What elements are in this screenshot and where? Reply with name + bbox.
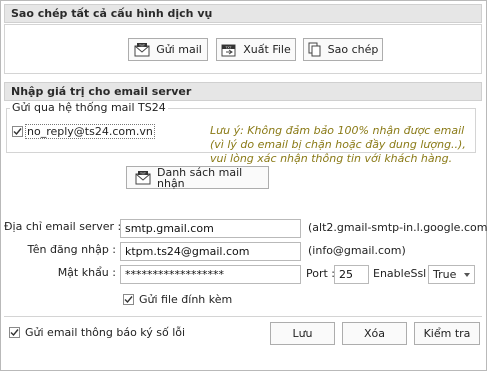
recipients-list-button[interactable]: TXT Danh sách mail nhận	[126, 166, 269, 189]
system-account-label: no_reply@ts24.com.vn	[25, 124, 155, 139]
username-label: Tên đăng nhập :	[27, 243, 116, 256]
warning-note: Lưu ý: Không đảm bảo 100% nhận được emai…	[210, 124, 466, 166]
warning-note-line-3: vui lòng xác nhận thông tin với khách hà…	[210, 152, 453, 165]
server-address-hint: (alt2.gmail-smtp-in.l.google.com)	[308, 221, 487, 234]
svg-text:TXT: TXT	[138, 43, 145, 47]
notify-error-checkbox[interactable]	[9, 327, 20, 338]
export-file-label: Xuất File	[243, 43, 291, 56]
send-mail-label: Gửi mail	[156, 43, 202, 56]
mail-icon: TXT	[134, 42, 150, 57]
port-label: Port :	[306, 267, 336, 280]
delete-label: Xóa	[363, 327, 385, 340]
notify-error-label: Gửi email thông báo ký số lỗi	[25, 326, 186, 339]
server-address-input[interactable]: smtp.gmail.com	[120, 219, 301, 238]
check-label: Kiểm tra	[423, 327, 471, 340]
copy-section-title: Sao chép tất cả cấu hình dịch vụ	[11, 7, 213, 20]
save-label: Lưu	[292, 327, 313, 340]
send-mail-button[interactable]: TXT Gửi mail	[128, 38, 208, 61]
enable-ssl-select[interactable]: True	[428, 265, 475, 284]
copy-section-header: Sao chép tất cả cấu hình dịch vụ	[4, 4, 482, 23]
mail-icon: TXT	[135, 170, 151, 185]
attach-file-label: Gửi file đính kèm	[139, 293, 233, 306]
password-label: Mật khẩu :	[57, 266, 116, 279]
system-account-checkbox[interactable]	[12, 126, 23, 137]
warning-note-line-1: Lưu ý: Không đảm bảo 100% nhận được emai…	[210, 124, 465, 137]
server-section-title: Nhập giá trị cho email server	[11, 85, 192, 98]
username-input[interactable]: ktpm.ts24@gmail.com	[120, 242, 301, 261]
footer-divider	[4, 316, 482, 317]
password-input[interactable]: ******************	[120, 265, 301, 284]
save-button[interactable]: Lưu	[270, 322, 335, 345]
check-button[interactable]: Kiểm tra	[414, 322, 480, 345]
checkmark-icon	[124, 296, 133, 304]
port-input[interactable]: 25	[334, 265, 369, 284]
chevron-down-icon	[464, 273, 470, 277]
copy-icon	[308, 42, 322, 57]
warning-note-line-2: (vì lý do email bị chặn hoặc đầy dung lư…	[210, 138, 466, 151]
checkmark-icon	[13, 128, 22, 136]
checkmark-icon	[10, 329, 19, 337]
copy-button[interactable]: Sao chép	[303, 38, 383, 61]
server-address-label: Địa chỉ email server :	[4, 220, 122, 233]
export-file-button[interactable]: TXT Xuất File	[216, 38, 296, 61]
ts24-group-title: Gửi qua hệ thống mail TS24	[10, 101, 168, 114]
copy-label: Sao chép	[327, 43, 379, 56]
svg-text:TXT: TXT	[225, 45, 232, 49]
enable-ssl-label: EnableSsl :	[373, 267, 434, 280]
svg-text:TXT: TXT	[139, 171, 146, 175]
username-hint: (info@gmail.com)	[308, 244, 406, 257]
attach-file-checkbox[interactable]	[123, 294, 134, 305]
recipients-list-label: Danh sách mail nhận	[157, 165, 243, 190]
server-section-header: Nhập giá trị cho email server	[4, 82, 482, 101]
delete-button[interactable]: Xóa	[342, 322, 407, 345]
enable-ssl-value: True	[433, 268, 457, 281]
export-file-icon: TXT	[221, 43, 237, 57]
